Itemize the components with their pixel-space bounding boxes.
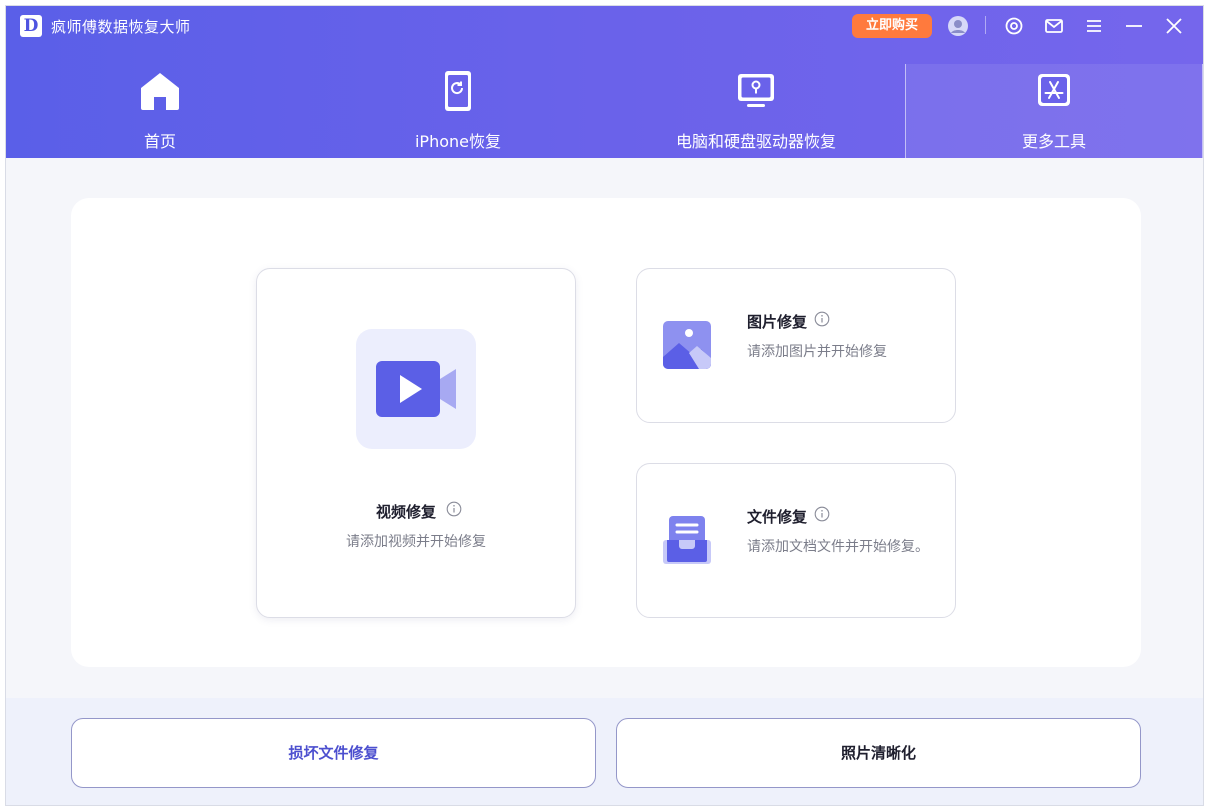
buy-now-button[interactable]: 立即购买: [852, 14, 932, 38]
tab-home[interactable]: 首页: [11, 64, 309, 158]
video-repair-card[interactable]: 视频修复 请添加视频并开始修复: [256, 268, 576, 618]
app-store-icon: [1031, 68, 1077, 114]
info-icon[interactable]: [446, 501, 462, 517]
header: D 疯师傅数据恢复大师 立即购买 首页 iPhone恢复 电脑和硬盘驱动器恢复 …: [6, 6, 1203, 158]
tab-label: 更多工具: [1021, 132, 1086, 151]
feedback-icon[interactable]: [1002, 14, 1026, 38]
video-camera-icon: [376, 361, 456, 417]
file-repair-desc: 请添加文档文件并开始修复。: [747, 539, 929, 555]
file-repair-card[interactable]: 文件修复 请添加文档文件并开始修复。: [636, 463, 956, 618]
mail-icon[interactable]: [1042, 14, 1066, 38]
computer-disk-icon: [733, 68, 779, 114]
corrupted-file-repair-button[interactable]: 损坏文件修复: [71, 718, 596, 788]
app-window: D 疯师傅数据恢复大师 立即购买 首页 iPhone恢复 电脑和硬盘驱动器恢复 …: [5, 5, 1204, 806]
video-repair-title: 视频修复: [375, 503, 436, 521]
document-tray-icon: [659, 512, 715, 568]
video-repair-desc: 请添加视频并开始修复: [346, 534, 486, 550]
tab-label: 首页: [143, 132, 176, 151]
info-icon[interactable]: [814, 506, 830, 522]
photo-repair-title: 图片修复: [747, 313, 808, 331]
tab-label: 电脑和硬盘驱动器恢复: [675, 132, 836, 151]
image-icon: [659, 317, 715, 373]
account-icon[interactable]: [946, 14, 970, 38]
file-repair-title: 文件修复: [747, 508, 808, 526]
info-icon[interactable]: [814, 311, 830, 327]
tab-label: iPhone恢复: [414, 132, 501, 151]
tab-computer-disk-recovery[interactable]: 电脑和硬盘驱动器恢复: [607, 64, 905, 158]
menu-icon[interactable]: [1082, 14, 1106, 38]
home-icon: [137, 68, 183, 114]
video-repair-tile: [356, 329, 476, 449]
close-icon[interactable]: [1162, 14, 1186, 38]
title-bar: D 疯师傅数据恢复大师 立即购买: [6, 6, 1203, 44]
bottom-bar: 损坏文件修复 照片清晰化: [6, 698, 1203, 805]
photo-enhance-button[interactable]: 照片清晰化: [616, 718, 1141, 788]
photo-repair-desc: 请添加图片并开始修复: [747, 344, 887, 360]
tab-iphone-recovery[interactable]: iPhone恢复: [309, 64, 607, 158]
app-title: 疯师傅数据恢复大师: [51, 18, 191, 36]
photo-repair-card[interactable]: 图片修复 请添加图片并开始修复: [636, 268, 956, 423]
app-logo: D: [20, 15, 42, 37]
tab-more-tools[interactable]: 更多工具: [905, 64, 1203, 158]
minimize-icon[interactable]: [1122, 14, 1146, 38]
iphone-restore-icon: [435, 68, 481, 114]
titlebar-divider: [985, 16, 986, 34]
tools-panel: 视频修复 请添加视频并开始修复 图片修复 请添加图片并开始修复 文件修复 请添加…: [71, 198, 1141, 667]
